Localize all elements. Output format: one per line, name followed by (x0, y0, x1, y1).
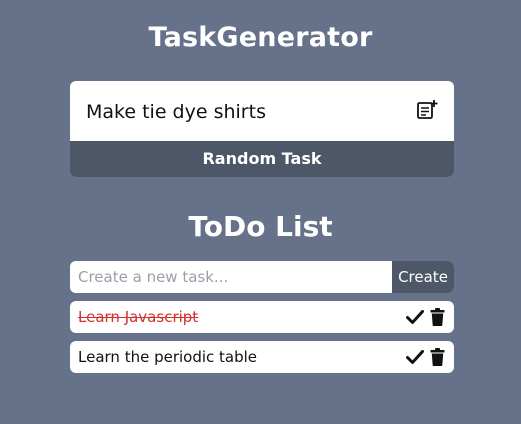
check-icon[interactable] (406, 349, 424, 365)
task-item: Learn Javascript (70, 301, 454, 333)
generated-task-text: Make tie dye shirts (86, 101, 266, 123)
trash-icon[interactable] (430, 308, 445, 326)
task-label: Learn the periodic table (78, 348, 258, 366)
app-root: TaskGenerator Make tie dye shirts Random… (0, 0, 521, 424)
new-task-input[interactable] (70, 261, 392, 293)
check-icon[interactable] (406, 309, 424, 325)
trash-icon[interactable] (430, 348, 445, 366)
task-item: Learn the periodic table (70, 341, 454, 373)
task-label-completed: Learn Javascript (78, 308, 199, 326)
todo-list-title: ToDo List (188, 210, 333, 243)
create-button[interactable]: Create (392, 261, 454, 293)
add-note-icon[interactable] (416, 99, 438, 121)
random-task-button[interactable]: Random Task (70, 141, 454, 177)
task-generator-card: Make tie dye shirts Random Task (70, 81, 454, 177)
new-task-form: Create (70, 261, 454, 293)
app-title: TaskGenerator (148, 22, 373, 53)
